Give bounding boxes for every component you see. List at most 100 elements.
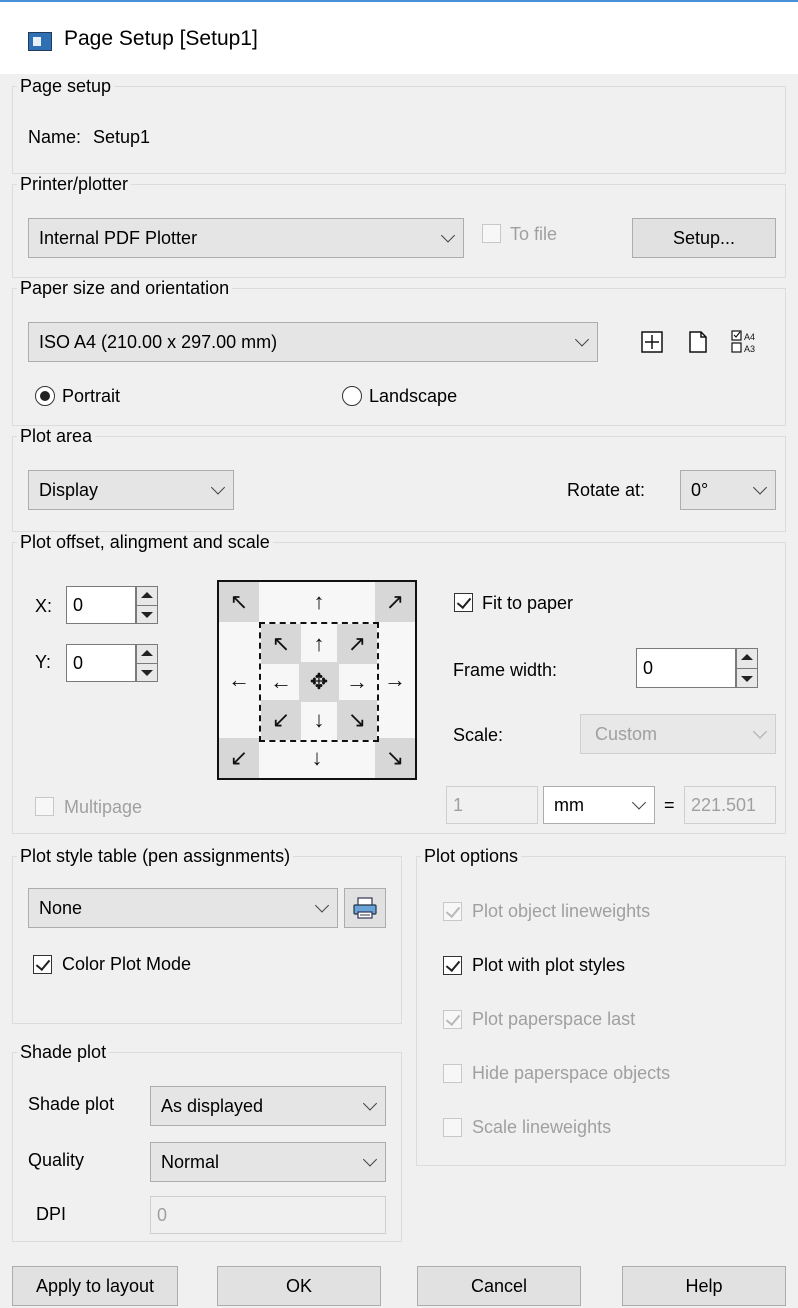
check-icon [35, 955, 51, 972]
quality-value: Normal [161, 1151, 220, 1172]
inner-alignment-box: ↖ ↑ ↗ ← ✥ → ↙ ↓ ↘ [259, 622, 379, 742]
scale-lineweights-label: Scale lineweights [472, 1117, 612, 1137]
chevron-down-icon [752, 724, 768, 739]
title-bar: Page Setup [Setup1] [0, 0, 798, 74]
align-top-arrow-icon[interactable]: ↑ [299, 582, 339, 622]
color-plot-mode-checkbox[interactable] [33, 955, 52, 974]
x-offset-input[interactable]: 0 [66, 586, 136, 624]
setup-button[interactable]: Setup... [632, 218, 776, 258]
inner-top-arrow-icon[interactable]: ↑ [299, 624, 339, 664]
y-label: Y: [35, 652, 52, 672]
align-right-arrow-icon[interactable]: → [375, 660, 415, 700]
name-label: Name: [28, 127, 82, 147]
plot-area-select[interactable]: Display [28, 470, 234, 510]
center-move-icon[interactable]: ✥ [299, 662, 339, 702]
spin-down-icon[interactable] [141, 612, 153, 618]
align-top-right-arrow-icon[interactable]: ↗ [375, 582, 415, 622]
plot-area-legend: Plot area [20, 426, 93, 446]
frame-width-label: Frame width: [453, 660, 558, 680]
plot-lineweights-checkbox[interactable] [443, 902, 462, 921]
scale-paper-units-input[interactable]: 1 [446, 786, 538, 824]
inner-bottom-arrow-icon[interactable]: ↓ [299, 700, 339, 740]
plot-style-group: Plot style table (pen assignments) [12, 846, 402, 1024]
printer-select-value: Internal PDF Plotter [39, 227, 198, 248]
chevron-down-icon [631, 795, 647, 810]
inner-top-left-arrow-icon[interactable]: ↖ [261, 624, 301, 664]
svg-text:A3: A3 [744, 344, 755, 354]
paper-legend: Paper size and orientation [20, 278, 230, 298]
paper-size-list-icon[interactable]: A4 A3 [731, 329, 767, 355]
plot-with-styles-checkbox[interactable] [443, 956, 462, 975]
multipage-checkbox[interactable] [35, 797, 54, 816]
fit-to-paper-label: Fit to paper [482, 593, 574, 613]
chevron-down-icon [574, 332, 590, 347]
y-offset-input[interactable]: 0 [66, 644, 136, 682]
scale-select[interactable]: Custom [580, 714, 776, 754]
plot-extents-icon[interactable] [641, 331, 663, 353]
scale-unit-select[interactable]: mm [543, 786, 655, 824]
cancel-button[interactable]: Cancel [417, 1266, 581, 1306]
dpi-input[interactable]: 0 [150, 1196, 386, 1234]
spin-up-icon[interactable] [141, 592, 153, 598]
inner-bottom-right-arrow-icon[interactable]: ↘ [337, 700, 377, 740]
dpi-label: DPI [36, 1204, 67, 1224]
alignment-grid[interactable]: ↖ ↑ ↗ ← → ↙ ↓ ↘ ↖ ↑ ↗ ← ✥ → ↙ ↓ ↘ [217, 580, 417, 780]
shade-plot-legend: Shade plot [20, 1042, 107, 1062]
chevron-down-icon [314, 898, 330, 913]
chevron-down-icon [440, 228, 456, 243]
inner-top-right-arrow-icon[interactable]: ↗ [337, 624, 377, 664]
align-bottom-right-arrow-icon[interactable]: ↘ [375, 738, 415, 778]
frame-width-input[interactable]: 0 [636, 648, 736, 688]
to-file-label: To file [510, 224, 558, 244]
edit-plot-style-button[interactable] [344, 888, 386, 928]
plot-style-select[interactable]: None [28, 888, 338, 928]
page-setup-group: Page setup [12, 76, 786, 174]
x-offset-spinner[interactable] [136, 586, 158, 624]
inner-left-arrow-icon[interactable]: ← [261, 662, 301, 702]
apply-to-layout-button[interactable]: Apply to layout [12, 1266, 178, 1306]
inner-bottom-left-arrow-icon[interactable]: ↙ [261, 700, 301, 740]
scale-drawing-units-input[interactable]: 221.501 [684, 786, 776, 824]
printer-edit-icon [353, 897, 377, 919]
svg-text:A4: A4 [744, 332, 755, 342]
landscape-radio[interactable] [342, 386, 362, 406]
inner-right-arrow-icon[interactable]: → [337, 662, 377, 702]
align-left-arrow-icon[interactable]: ← [219, 660, 259, 700]
scale-unit-value: mm [554, 794, 584, 815]
scale-lineweights-checkbox[interactable] [443, 1118, 462, 1137]
plot-with-styles-label: Plot with plot styles [472, 955, 626, 975]
multipage-label: Multipage [64, 797, 143, 817]
to-file-checkbox[interactable] [482, 224, 501, 243]
color-plot-mode-label: Color Plot Mode [62, 954, 192, 974]
y-offset-spinner[interactable] [136, 644, 158, 682]
scale-label: Scale: [453, 725, 504, 745]
paperspace-last-label: Plot paperspace last [472, 1009, 636, 1029]
scale-value: Custom [595, 723, 658, 744]
fit-to-paper-checkbox[interactable] [454, 593, 473, 612]
quality-select[interactable]: Normal [150, 1142, 386, 1182]
spin-up-icon[interactable] [141, 650, 153, 656]
rotate-select[interactable]: 0° [680, 470, 776, 510]
printer-select[interactable]: Internal PDF Plotter [28, 218, 464, 258]
frame-width-spinner[interactable] [736, 648, 758, 688]
chevron-down-icon [210, 480, 226, 495]
shade-plot-select[interactable]: As displayed [150, 1086, 386, 1126]
shade-plot-value: As displayed [161, 1095, 264, 1116]
spin-up-icon[interactable] [741, 654, 753, 660]
paper-size-value: ISO A4 (210.00 x 297.00 mm) [39, 331, 278, 352]
align-bottom-left-arrow-icon[interactable]: ↙ [219, 738, 259, 778]
chevron-down-icon [362, 1096, 378, 1111]
ok-button[interactable]: OK [217, 1266, 381, 1306]
align-top-left-arrow-icon[interactable]: ↖ [219, 582, 259, 622]
portrait-radio[interactable] [35, 386, 55, 406]
paper-icon[interactable] [688, 331, 708, 353]
help-button[interactable]: Help [622, 1266, 786, 1306]
paperspace-last-checkbox[interactable] [443, 1010, 462, 1029]
spin-down-icon[interactable] [741, 676, 753, 682]
plot-offset-legend: Plot offset, alingment and scale [20, 532, 270, 552]
align-bottom-arrow-icon[interactable]: ↓ [297, 738, 337, 778]
paper-size-select[interactable]: ISO A4 (210.00 x 297.00 mm) [28, 322, 598, 362]
hide-paperspace-checkbox[interactable] [443, 1064, 462, 1083]
hide-paperspace-label: Hide paperspace objects [472, 1063, 671, 1083]
spin-down-icon[interactable] [141, 670, 153, 676]
